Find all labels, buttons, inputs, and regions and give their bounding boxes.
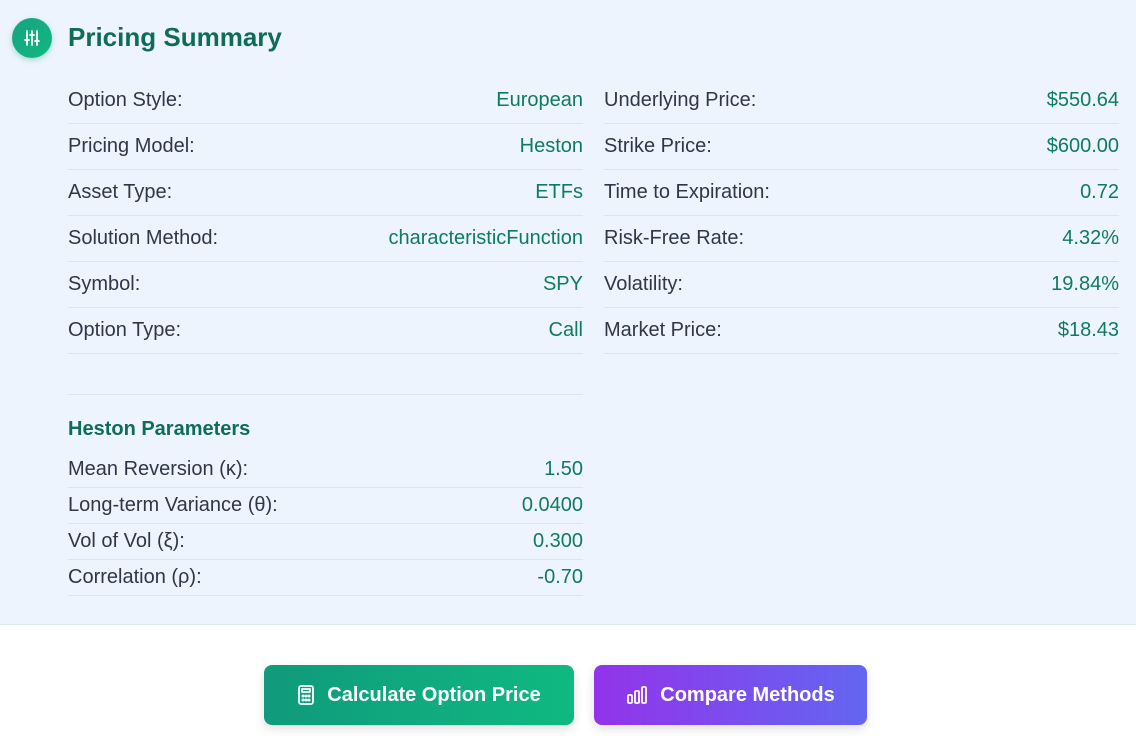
param-label: Correlation (ρ): xyxy=(68,566,202,588)
summary-row: Option Type: Call xyxy=(68,308,583,354)
summary-value: $550.64 xyxy=(1046,89,1119,111)
summary-label: Strike Price: xyxy=(604,135,712,157)
pricing-summary-panel: Pricing Summary Option Style: European P… xyxy=(0,0,1136,625)
summary-row: Asset Type: ETFs xyxy=(68,170,583,216)
summary-row: Time to Expiration: 0.72 xyxy=(604,170,1119,216)
param-value: 1.50 xyxy=(544,458,583,480)
summary-label: Market Price: xyxy=(604,319,722,341)
summary-label: Volatility: xyxy=(604,273,683,295)
summary-label: Risk-Free Rate: xyxy=(604,227,745,249)
param-label: Long-term Variance (θ): xyxy=(68,494,278,516)
summary-left-column: Option Style: European Pricing Model: He… xyxy=(68,78,583,354)
param-value: 0.0400 xyxy=(521,494,583,516)
summary-row: Symbol: SPY xyxy=(68,262,583,308)
summary-label: Pricing Model: xyxy=(68,135,195,157)
summary-value: ETFs xyxy=(535,181,583,203)
param-value: 0.300 xyxy=(532,530,583,552)
summary-label: Option Style: xyxy=(68,89,183,111)
summary-value: characteristicFunction xyxy=(388,227,583,249)
summary-row: Option Style: European xyxy=(68,78,583,124)
compare-methods-button[interactable]: Compare Methods xyxy=(594,665,867,725)
summary-row: Pricing Model: Heston xyxy=(68,124,583,170)
summary-row: Market Price: $18.43 xyxy=(604,308,1119,354)
summary-label: Solution Method: xyxy=(68,227,219,249)
summary-label: Option Type: xyxy=(68,319,182,341)
summary-right-column: Underlying Price: $550.64 Strike Price: … xyxy=(604,78,1119,354)
calculate-button-label: Calculate Option Price xyxy=(327,683,541,706)
page-title: Pricing Summary xyxy=(68,22,282,52)
heston-param-row: Mean Reversion (κ): 1.50 xyxy=(68,452,583,488)
summary-value: $18.43 xyxy=(1057,319,1119,341)
summary-value: 0.72 xyxy=(1080,181,1119,203)
param-label: Vol of Vol (ξ): xyxy=(68,530,185,552)
summary-value: European xyxy=(496,89,583,111)
compare-button-label: Compare Methods xyxy=(660,683,835,706)
summary-label: Underlying Price: xyxy=(604,89,757,111)
summary-row: Solution Method: characteristicFunction xyxy=(68,216,583,262)
summary-value: 19.84% xyxy=(1051,273,1119,295)
bar-chart-icon xyxy=(626,685,648,705)
summary-value: $600.00 xyxy=(1046,135,1119,157)
calculate-option-price-button[interactable]: Calculate Option Price xyxy=(264,665,574,725)
summary-row: Volatility: 19.84% xyxy=(604,262,1119,308)
summary-value: 4.32% xyxy=(1062,227,1119,249)
sliders-icon xyxy=(12,18,52,58)
section-divider xyxy=(68,394,583,395)
summary-row: Underlying Price: $550.64 xyxy=(604,78,1119,124)
summary-value: Heston xyxy=(519,135,583,157)
heston-parameters-title: Heston Parameters xyxy=(68,418,251,440)
summary-label: Symbol: xyxy=(68,273,141,295)
summary-value: Call xyxy=(548,319,583,341)
summary-row: Strike Price: $600.00 xyxy=(604,124,1119,170)
summary-value: SPY xyxy=(542,273,583,295)
param-value: -0.70 xyxy=(537,566,583,588)
summary-row: Risk-Free Rate: 4.32% xyxy=(604,216,1119,262)
heston-param-row: Long-term Variance (θ): 0.0400 xyxy=(68,488,583,524)
calculator-icon xyxy=(297,685,315,705)
summary-label: Time to Expiration: xyxy=(604,181,770,203)
heston-param-row: Correlation (ρ): -0.70 xyxy=(68,560,583,596)
heston-param-row: Vol of Vol (ξ): 0.300 xyxy=(68,524,583,560)
param-label: Mean Reversion (κ): xyxy=(68,458,249,480)
summary-label: Asset Type: xyxy=(68,181,173,203)
heston-parameters-list: Mean Reversion (κ): 1.50 Long-term Varia… xyxy=(68,452,583,596)
